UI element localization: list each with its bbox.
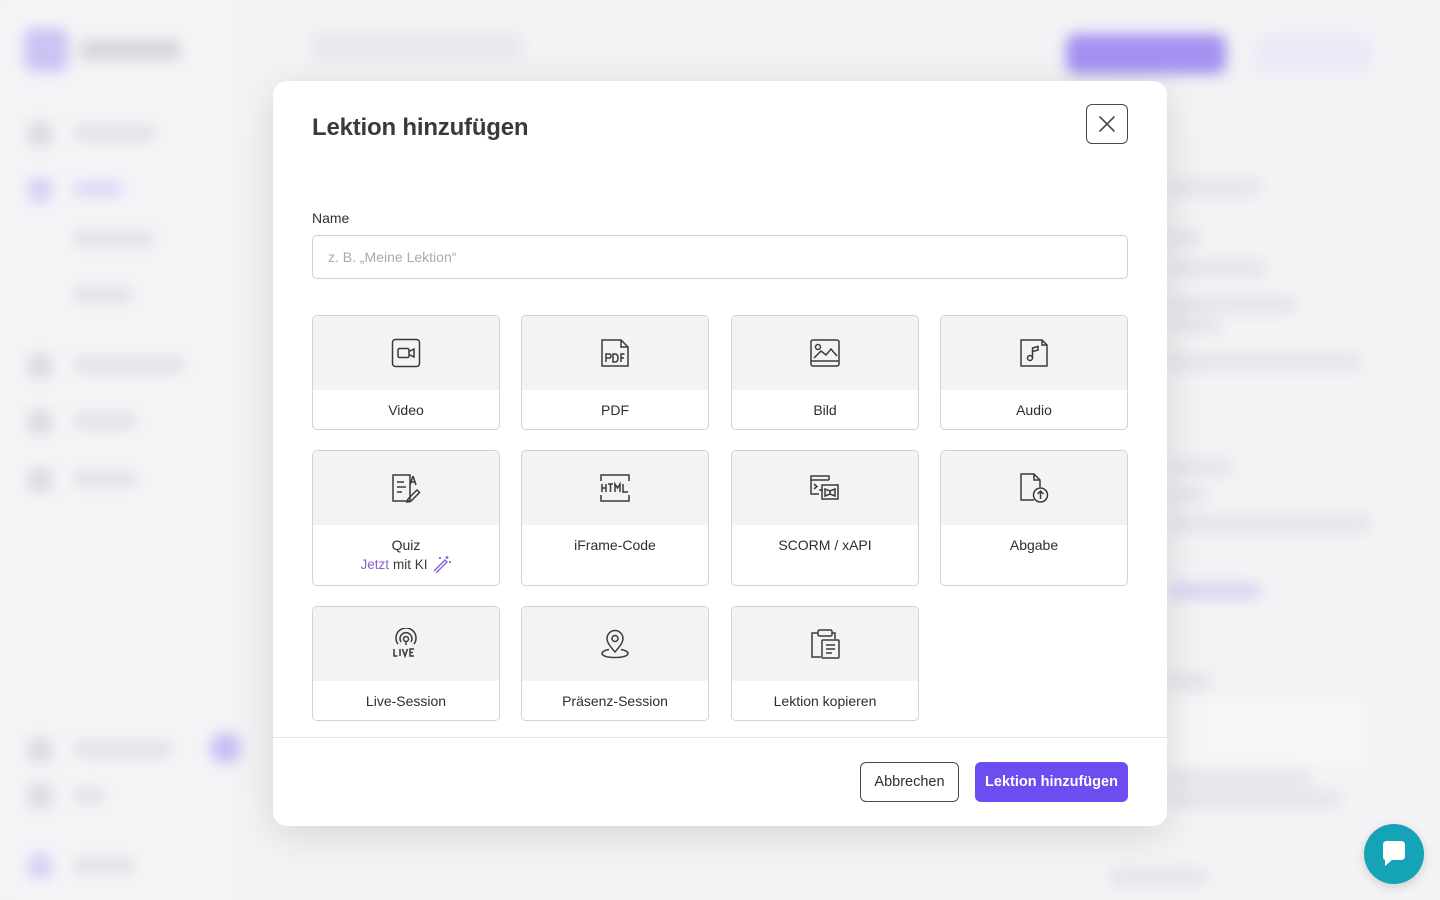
name-label: Name	[312, 210, 350, 226]
lesson-type-quiz[interactable]: Quiz Jetzt mit KI	[312, 450, 500, 586]
lesson-type-iframe[interactable]: iFrame-Code	[521, 450, 709, 586]
lesson-type-label: Live-Session	[365, 693, 447, 709]
lesson-type-pdf[interactable]: PDF	[521, 315, 709, 430]
add-lesson-dialog: Lektion hinzufügen Name Video	[273, 81, 1167, 826]
lesson-type-label: Audio	[1016, 402, 1052, 418]
lesson-type-label: Video	[388, 402, 424, 418]
lesson-type-label: PDF	[601, 402, 629, 418]
dialog-footer-divider	[273, 737, 1167, 738]
audio-file-icon	[1020, 339, 1048, 367]
html-code-icon	[600, 474, 630, 502]
add-lesson-button[interactable]: Lektion hinzufügen	[975, 762, 1128, 802]
chat-widget-button[interactable]	[1364, 824, 1424, 884]
close-icon	[1099, 116, 1115, 132]
lesson-type-scorm[interactable]: SCORM / xAPI	[731, 450, 919, 586]
quiz-document-icon	[392, 474, 421, 503]
image-icon	[810, 339, 840, 367]
lesson-type-label: SCORM / xAPI	[778, 537, 872, 553]
video-camera-icon	[391, 338, 421, 368]
scorm-package-icon	[810, 475, 839, 500]
lesson-type-image[interactable]: Bild	[731, 315, 919, 430]
pdf-file-icon	[601, 339, 629, 367]
file-upload-icon	[1020, 473, 1049, 503]
magic-wand-icon	[433, 556, 451, 573]
lesson-type-submission[interactable]: Abgabe	[940, 450, 1128, 586]
lesson-type-label: Abgabe	[1009, 537, 1059, 553]
lesson-type-label: Quiz	[391, 537, 421, 553]
dialog-title: Lektion hinzufügen	[312, 114, 529, 141]
ai-feature-note: Jetzt mit KI	[313, 555, 499, 573]
lesson-type-audio[interactable]: Audio	[940, 315, 1128, 430]
name-input[interactable]	[312, 235, 1128, 279]
chat-bubble-icon	[1383, 841, 1405, 866]
lesson-type-label: Präsenz-Session	[562, 693, 668, 709]
lesson-type-label: Lektion kopieren	[773, 693, 877, 709]
lesson-type-label: Bild	[813, 402, 837, 418]
lesson-type-copy-lesson[interactable]: Lektion kopieren	[731, 606, 919, 721]
lesson-type-label: iFrame-Code	[574, 537, 656, 553]
close-button[interactable]	[1086, 104, 1128, 144]
live-broadcast-icon	[393, 628, 417, 659]
lesson-type-live-session[interactable]: Live-Session	[312, 606, 500, 721]
lesson-type-in-person-session[interactable]: Präsenz-Session	[521, 606, 709, 721]
clipboard-copy-icon	[811, 629, 840, 659]
location-pin-icon	[601, 629, 629, 659]
lesson-type-video[interactable]: Video	[312, 315, 500, 430]
cancel-button[interactable]: Abbrechen	[860, 762, 959, 802]
